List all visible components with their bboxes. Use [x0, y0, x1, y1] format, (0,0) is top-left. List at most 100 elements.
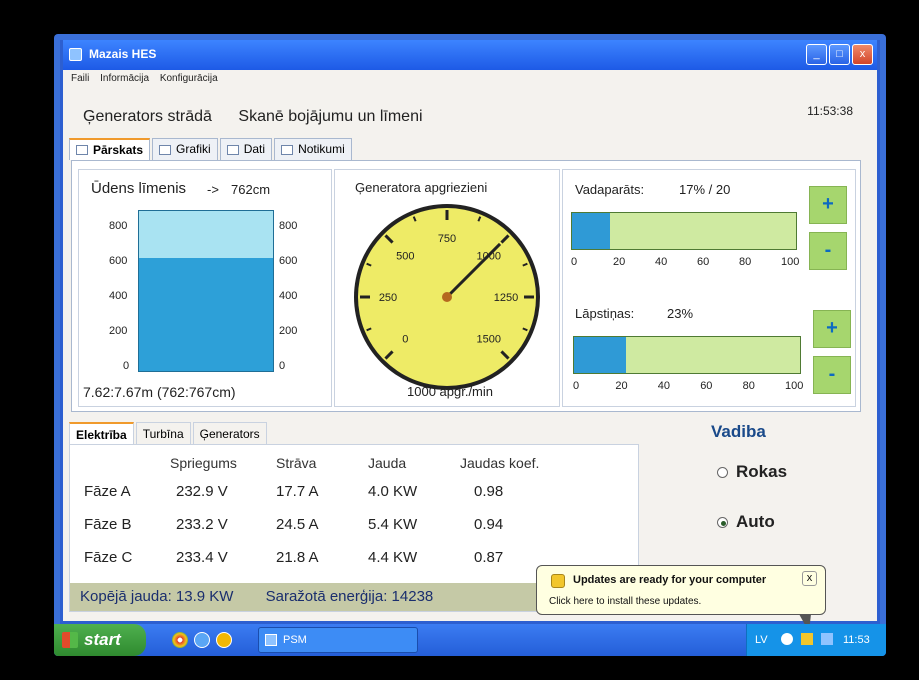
tab-events[interactable]: Notikumi: [274, 138, 352, 160]
network-icon[interactable]: [821, 633, 833, 645]
water-arrow: ->: [207, 182, 219, 197]
energy-produced: Saražotā enerģija: 14238: [266, 588, 434, 605]
total-power-label: Kopējā jauda:: [80, 588, 172, 605]
menu-bar: Faili Informācija Konfigurācija: [63, 73, 877, 91]
auto-label: Auto: [736, 512, 775, 531]
taskbar-task-psm[interactable]: PSM: [258, 627, 418, 653]
notification-title: Updates are ready for your computer: [573, 574, 767, 586]
close-button[interactable]: x: [852, 44, 873, 65]
row-pf: 0.98: [474, 483, 504, 500]
scale-label: 0: [573, 380, 580, 392]
maximize-button[interactable]: □: [829, 44, 850, 65]
menu-info[interactable]: Informācija: [100, 73, 149, 84]
rpm-value-text: 1000 apgr./min: [407, 384, 494, 399]
total-power-value: 13.9 KW: [175, 588, 234, 605]
generator-status: Ģenerators strādā: [83, 108, 212, 125]
energy-value: 14238: [391, 588, 434, 605]
start-button[interactable]: start: [54, 624, 146, 656]
overview-panel: Ūdens līmenis -> 762cm 800 600 400 200 0…: [71, 160, 861, 412]
start-label: start: [84, 630, 121, 649]
system-tray: LV 11:53: [746, 624, 886, 656]
gauge-tick-label: 1500: [476, 334, 500, 346]
language-indicator[interactable]: LV: [755, 624, 768, 656]
notification-body[interactable]: Click here to install these updates.: [549, 596, 701, 607]
tab-charts[interactable]: Grafiki: [152, 138, 218, 160]
chrome-icon[interactable]: [172, 632, 188, 648]
tab-generator[interactable]: Ģenerators: [192, 422, 267, 444]
media-player-icon[interactable]: [216, 632, 232, 648]
water-surface: [139, 211, 273, 258]
guide-plus-button[interactable]: +: [809, 186, 847, 224]
scale-label: 80: [739, 256, 752, 268]
tray-clock: 11:53: [843, 634, 870, 646]
update-notification[interactable]: Updates are ready for your computer Clic…: [536, 565, 826, 632]
tray-arrow-icon[interactable]: [781, 633, 793, 645]
col-power: Jauda: [368, 455, 407, 471]
control-panel: Vadiba Rokas Auto: [703, 416, 873, 586]
guide-minus-button[interactable]: -: [809, 232, 847, 270]
col-current: Strāva: [276, 455, 317, 471]
rpm-gauge-panel: Ģeneratora apgriezieni 02505007501000125…: [334, 169, 560, 407]
rpm-gauge: 0250500750100012501500: [354, 204, 540, 390]
tab-events-label: Notikumi: [298, 142, 345, 156]
main-tabs: Pārskats Grafiki Dati Notikumi: [69, 138, 354, 160]
shield-icon: [551, 574, 565, 588]
y-tick-left: 0: [123, 360, 130, 372]
scale-label: 100: [785, 380, 804, 392]
guide-vane-label: Vadaparāts:: [575, 182, 645, 197]
scale-label: 80: [742, 380, 755, 392]
ie-icon[interactable]: [194, 632, 210, 648]
blades-minus-button[interactable]: -: [813, 356, 851, 394]
notification-close-button[interactable]: x: [802, 571, 817, 586]
status-clock: 11:53:38: [807, 104, 853, 118]
app-icon: [265, 634, 277, 646]
tab-data[interactable]: Dati: [219, 138, 273, 160]
col-voltage: Spriegums: [170, 455, 237, 471]
task-label: PSM: [283, 634, 307, 646]
row-voltage: 233.2 V: [176, 516, 228, 533]
update-shield-icon[interactable]: [801, 633, 813, 645]
y-tick-right: 800: [279, 220, 298, 232]
manual-label: Rokas: [736, 462, 788, 481]
menu-config[interactable]: Konfigurācija: [160, 73, 218, 84]
title-bar[interactable]: Mazais HES _ □ x: [63, 40, 877, 70]
menu-file[interactable]: Faili: [71, 73, 89, 84]
windows-logo-icon: [62, 632, 78, 648]
lower-tabs: Elektrība Turbīna Ģenerators: [69, 422, 269, 444]
auto-radio[interactable]: Auto: [717, 512, 775, 532]
needle-hub: [442, 292, 452, 302]
row-power: 4.4 KW: [368, 549, 418, 566]
y-tick-right: 0: [279, 360, 286, 372]
chart-icon: [159, 144, 172, 155]
gauge-tick-label: 500: [396, 250, 414, 262]
y-tick-left: 800: [109, 220, 128, 232]
actuator-panel: Vadaparāts: 17% / 20 0 20 40 60 80 100 + - Lā…: [562, 169, 856, 407]
blades-plus-button[interactable]: +: [813, 310, 851, 348]
tab-overview[interactable]: Pārskats: [69, 138, 151, 160]
scale-label: 40: [657, 380, 671, 392]
taskbar: start PSM LV 11:53: [54, 624, 886, 656]
tab-electric[interactable]: Elektrība: [69, 422, 134, 444]
scale-label: 60: [700, 380, 713, 392]
scale-label: 0: [571, 256, 578, 268]
blades-bar: [573, 336, 801, 374]
manual-radio[interactable]: Rokas: [717, 462, 787, 482]
water-level-tank: [138, 210, 274, 372]
blades-fill: [574, 337, 626, 373]
row-voltage: 232.9 V: [176, 483, 228, 500]
y-tick-right: 200: [279, 325, 298, 337]
gauge-tick-label: 750: [438, 233, 456, 245]
tab-turbine[interactable]: Turbīna: [135, 422, 191, 444]
blades-value: 23%: [667, 306, 694, 321]
row-current: 24.5 A: [276, 516, 319, 533]
scan-status: Skanē bojājumu un līmeni: [238, 108, 423, 125]
overview-icon: [76, 145, 88, 155]
minimize-button[interactable]: _: [806, 44, 827, 65]
row-phase: Fāze B: [84, 516, 132, 533]
guide-vane-fill: [572, 213, 611, 249]
gauge-tick-label: 0: [402, 334, 408, 346]
row-power: 5.4 KW: [368, 516, 418, 533]
water-level-panel: Ūdens līmenis -> 762cm 800 600 400 200 0…: [78, 169, 332, 407]
col-power-factor: Jaudas koef.: [460, 455, 540, 471]
total-power: Kopējā jauda: 13.9 KW: [80, 588, 233, 605]
